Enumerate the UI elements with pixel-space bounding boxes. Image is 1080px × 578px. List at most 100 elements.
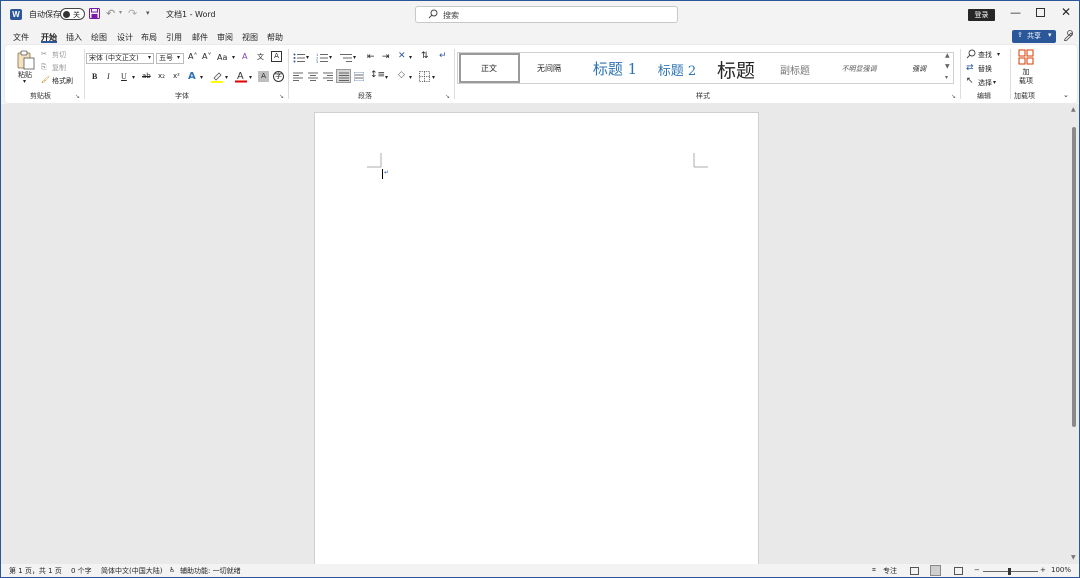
grow-font-button[interactable]: A˄ <box>188 52 197 61</box>
chinese-layout-dropdown-icon[interactable]: ▾ <box>409 54 412 61</box>
close-icon[interactable]: ✕ <box>1061 5 1071 19</box>
superscript-button[interactable]: x² <box>173 72 180 80</box>
style-normal[interactable]: 正文 <box>459 63 519 95</box>
tab-draw[interactable]: 绘图 <box>91 32 107 43</box>
tab-mailings[interactable]: 邮件 <box>192 32 208 43</box>
char-border-icon[interactable]: A <box>271 51 282 62</box>
borders-dropdown-icon[interactable]: ▾ <box>432 74 435 81</box>
chinese-layout-icon[interactable]: ✕ <box>398 51 406 61</box>
font-launcher-icon[interactable]: ↘ <box>279 93 284 100</box>
paragraph-launcher-icon[interactable]: ↘ <box>445 93 450 100</box>
customize-qa-icon[interactable]: ▾ <box>146 9 150 17</box>
shading-icon[interactable]: ◇ <box>398 70 405 80</box>
login-button[interactable]: 登录 <box>968 9 995 21</box>
underline-button[interactable]: U <box>121 72 127 81</box>
italic-button[interactable]: I <box>107 72 110 81</box>
replace-label[interactable]: 替换 <box>978 64 992 74</box>
scroll-up-icon[interactable]: ▲ <box>1071 106 1076 113</box>
font-color-dropdown-icon[interactable]: ▾ <box>249 74 252 81</box>
highlight-dropdown-icon[interactable]: ▾ <box>225 74 228 81</box>
bullets-dropdown-icon[interactable]: ▾ <box>306 54 309 61</box>
focus-label[interactable]: 专注 <box>883 566 897 576</box>
vertical-scrollbar[interactable]: ▲ ▼ <box>1070 105 1078 563</box>
undo-dropdown-icon[interactable]: ▾ <box>119 9 122 16</box>
web-layout-icon[interactable] <box>954 567 963 575</box>
cut-icon[interactable]: ✂ <box>41 50 47 58</box>
align-right-icon[interactable] <box>323 72 333 81</box>
style-heading-2[interactable]: 标题 2 <box>645 60 709 92</box>
zoom-out-icon[interactable]: − <box>974 566 980 574</box>
find-dropdown-icon[interactable]: ▾ <box>997 51 1000 58</box>
document-page[interactable]: ↵ <box>314 112 759 567</box>
styles-launcher-icon[interactable]: ↘ <box>951 93 956 100</box>
tab-review[interactable]: 审阅 <box>217 32 233 43</box>
select-icon[interactable]: ↖ <box>966 76 974 86</box>
line-spacing-icon[interactable]: ↕≡ <box>370 70 385 80</box>
copy-icon[interactable]: ⎘ <box>41 63 47 72</box>
char-shading-icon[interactable]: A <box>258 71 269 82</box>
line-spacing-dropdown-icon[interactable]: ▾ <box>385 74 388 81</box>
numbering-icon[interactable]: 1 2 3 <box>316 53 328 63</box>
clear-format-icon[interactable]: A <box>242 52 247 61</box>
copy-label[interactable]: 复制 <box>52 63 66 73</box>
enclose-char-icon[interactable]: 字 <box>273 71 284 82</box>
style-no-spacing[interactable]: 无间隔 <box>519 63 579 95</box>
tab-insert[interactable]: 插入 <box>66 32 82 43</box>
numbering-dropdown-icon[interactable]: ▾ <box>329 54 332 61</box>
distributed-icon[interactable] <box>354 72 364 81</box>
font-color-icon[interactable]: A <box>235 70 247 83</box>
redo-icon[interactable]: ↷ <box>128 7 137 20</box>
style-title[interactable]: 标题 <box>703 56 769 88</box>
zoom-slider-thumb[interactable] <box>1008 568 1011 575</box>
tab-file[interactable]: 文件 <box>13 32 29 43</box>
replace-icon[interactable]: ⇄ <box>966 63 974 73</box>
shrink-font-button[interactable]: A˅ <box>202 52 211 61</box>
scroll-down-icon[interactable]: ▼ <box>1071 554 1076 561</box>
multilevel-list-icon[interactable] <box>340 53 352 63</box>
find-icon[interactable] <box>966 49 976 59</box>
format-painter-icon[interactable]: 🖌 <box>41 76 50 84</box>
font-name-combo[interactable]: 宋体 (中文正文) <box>86 53 154 64</box>
read-mode-icon[interactable] <box>910 567 919 575</box>
change-case-dropdown-icon[interactable]: ▾ <box>232 54 235 61</box>
print-layout-icon[interactable] <box>930 565 941 576</box>
styles-scroll-down-icon[interactable]: ▼ <box>945 63 950 70</box>
zoom-level[interactable]: 100% <box>1051 566 1071 574</box>
language-status[interactable]: 简体中文(中国大陆) <box>101 566 162 576</box>
document-canvas[interactable]: ↵ <box>1 104 1079 567</box>
select-label[interactable]: 选择 <box>978 78 992 88</box>
align-left-icon[interactable] <box>293 72 303 81</box>
page-count[interactable]: 第 1 页，共 1 页 <box>9 566 62 576</box>
style-heading-1[interactable]: 标题 1 <box>579 58 651 90</box>
style-emphasis[interactable]: 强调 <box>889 64 949 96</box>
autosave-toggle[interactable]: 关 <box>60 8 85 20</box>
tab-help[interactable]: 帮助 <box>267 32 283 43</box>
search-input[interactable]: 搜索 <box>415 6 678 23</box>
text-effects-icon[interactable]: A <box>188 71 196 82</box>
justify-button[interactable] <box>336 69 351 83</box>
multilevel-dropdown-icon[interactable]: ▾ <box>353 54 356 61</box>
save-icon[interactable] <box>89 8 100 19</box>
bullets-icon[interactable] <box>293 53 305 63</box>
sort-icon[interactable]: ⇅ <box>421 51 429 61</box>
style-subtle-emphasis[interactable]: 不明显强调 <box>829 64 889 96</box>
change-case-button[interactable]: Aa <box>217 53 227 62</box>
underline-dropdown-icon[interactable]: ▾ <box>132 74 135 81</box>
addins-button-label[interactable]: 加 载项 <box>1017 68 1035 86</box>
zoom-in-icon[interactable]: + <box>1040 566 1046 574</box>
borders-icon[interactable] <box>419 71 430 82</box>
word-count[interactable]: 0 个字 <box>71 566 92 576</box>
tab-references[interactable]: 引用 <box>166 32 182 43</box>
show-marks-icon[interactable]: ↵ <box>439 51 447 61</box>
style-subtitle[interactable]: 副标题 <box>765 62 825 94</box>
accessibility-icon[interactable]: ♿ <box>169 566 175 574</box>
format-painter-label[interactable]: 格式刷 <box>52 76 73 86</box>
tab-design[interactable]: 设计 <box>117 32 133 43</box>
font-size-dropdown-icon[interactable]: ▾ <box>177 54 180 61</box>
styles-more-icon[interactable]: ▾ <box>945 74 948 81</box>
focus-icon[interactable]: ⌗ <box>872 566 876 575</box>
strikethrough-button[interactable]: ab <box>142 72 151 80</box>
maximize-icon[interactable] <box>1036 8 1045 17</box>
ribbon-collapse-icon[interactable]: ⌄ <box>1063 91 1069 99</box>
text-effects-dropdown-icon[interactable]: ▾ <box>200 74 203 81</box>
